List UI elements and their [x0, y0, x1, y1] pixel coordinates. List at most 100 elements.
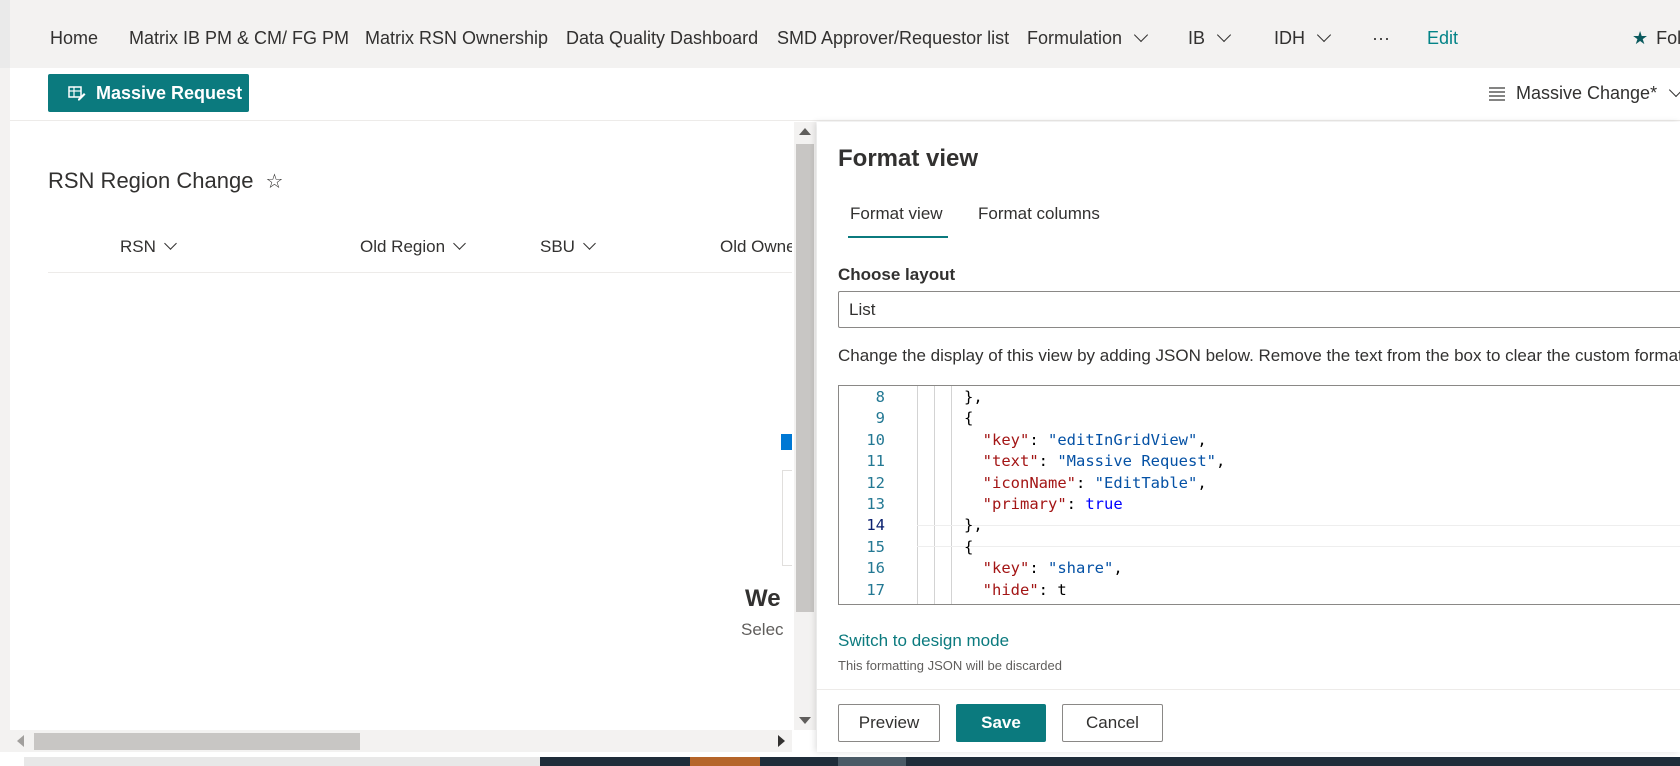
code-line: 13 "primary": true — [839, 495, 1680, 517]
chevron-down-icon — [1216, 27, 1232, 43]
scroll-up-arrow-icon[interactable] — [799, 128, 811, 135]
tab-format-columns[interactable]: Format columns — [978, 204, 1100, 224]
code-token: "primary" — [982, 495, 1067, 513]
switch-to-design-mode-link[interactable]: Switch to design mode — [838, 631, 1009, 651]
massive-request-button[interactable]: Massive Request — [48, 74, 249, 112]
nav-edit-link[interactable]: Edit — [1427, 28, 1458, 49]
code-text: { — [964, 409, 973, 427]
code-token: { — [964, 537, 974, 556]
column-header-old-owner[interactable]: Old Owne — [720, 237, 792, 257]
scroll-down-arrow-icon[interactable] — [799, 717, 811, 724]
nav-item-matrix-ib-pm[interactable]: Matrix IB PM & CM/ FG PM — [129, 28, 349, 49]
code-token: }, — [964, 388, 983, 406]
left-edge — [0, 0, 10, 68]
scrollbar-thumb[interactable] — [34, 733, 360, 750]
layout-dropdown[interactable]: List — [838, 291, 1680, 328]
code-token: "Massive Request" — [1057, 452, 1216, 471]
code-token: true — [1085, 495, 1123, 513]
code-line: 9{ — [839, 409, 1680, 431]
code-token: "key" — [982, 430, 1030, 449]
nav-item-idh[interactable]: IDH — [1274, 27, 1332, 49]
code-token: , — [1197, 473, 1207, 492]
column-header-label: RSN — [120, 237, 156, 256]
line-number: 10 — [866, 430, 885, 449]
code-token: }, — [964, 516, 983, 535]
code-token: : — [1076, 473, 1095, 492]
code-text: "text": "Massive Request", — [964, 452, 1226, 471]
code-token: : — [1029, 559, 1049, 578]
edit-table-icon — [68, 86, 86, 101]
nav-item-matrix-rsn-ownership[interactable]: Matrix RSN Ownership — [365, 28, 548, 49]
code-token: : — [1066, 495, 1086, 513]
code-line: 15 { — [839, 538, 1680, 560]
taskbar-app[interactable] — [838, 757, 906, 766]
nav-item-label: Formulation — [1027, 28, 1123, 48]
line-number: 14 — [866, 516, 885, 535]
code-token: { — [964, 409, 974, 428]
code-text: "hide": t — [964, 581, 1067, 599]
nav-item-smd-approver[interactable]: SMD Approver/Requestor list — [777, 28, 1009, 49]
scrollbar-thumb[interactable] — [796, 144, 814, 612]
code-line: 8}, — [839, 388, 1680, 410]
column-header-label: Old Owne — [720, 237, 792, 256]
view-selector[interactable]: Massive Change* — [1488, 82, 1680, 104]
line-number: 9 — [875, 409, 885, 428]
code-token: , — [1215, 452, 1226, 471]
left-gutter — [0, 68, 10, 766]
scroll-left-arrow-icon[interactable] — [17, 735, 24, 747]
chevron-down-icon — [583, 237, 596, 250]
code-token: "text" — [982, 452, 1039, 471]
code-token: "key" — [982, 559, 1030, 578]
list-pane: RSN Region Change ☆ RSN Old Region SBU Ol… — [10, 122, 792, 730]
chevron-down-icon — [453, 237, 466, 250]
chevron-down-icon — [164, 237, 177, 250]
line-number: 16 — [866, 559, 885, 578]
json-code-editor[interactable]: 8}, 9{10 "key": "editInGridView", 11 "text… — [838, 385, 1680, 605]
view-name-label: Massive Change* — [1516, 83, 1658, 103]
choose-layout-label: Choose layout — [838, 265, 956, 284]
column-header-label: Old Region — [360, 237, 446, 256]
list-title: RSN Region Change ☆ — [48, 168, 283, 194]
code-line: 11 "text": "Massive Request", — [839, 452, 1680, 474]
code-token: "editInGridView" — [1048, 430, 1198, 449]
save-button[interactable]: Save — [956, 704, 1046, 742]
massive-request-label: Massive Request — [96, 82, 243, 103]
format-view-panel: Format view Format view Format columns C… — [817, 122, 1680, 752]
scroll-right-arrow-icon[interactable] — [778, 735, 785, 747]
nav-item-data-quality-dashboard[interactable]: Data Quality Dashboard — [566, 28, 758, 49]
nav-more-button[interactable]: ··· — [1372, 28, 1390, 49]
vertical-scrollbar[interactable] — [794, 122, 816, 730]
code-token: , — [1197, 430, 1207, 449]
nav-item-home[interactable]: Home — [50, 28, 98, 49]
code-line: 17 "hide": t — [839, 581, 1680, 603]
horizontal-scrollbar[interactable] — [10, 730, 792, 752]
line-number: 17 — [866, 580, 885, 599]
preview-button[interactable]: Preview — [838, 704, 940, 742]
code-line: 10 "key": "editInGridView", — [839, 431, 1680, 453]
tab-format-view[interactable]: Format view — [850, 204, 943, 224]
column-header-rsn[interactable]: RSN — [120, 237, 177, 257]
taskbar-app[interactable] — [690, 757, 760, 766]
star-filled-icon: ★ — [1632, 28, 1649, 48]
nav-item-ib[interactable]: IB — [1188, 27, 1232, 49]
code-token: "iconName" — [982, 473, 1076, 492]
discard-note: This formatting JSON will be discarded — [838, 658, 1062, 673]
code-token: , — [1113, 559, 1123, 578]
nav-item-formulation[interactable]: Formulation — [1027, 27, 1149, 49]
line-number: 12 — [866, 473, 885, 492]
code-text: "primary": true — [964, 495, 1123, 513]
line-number: 15 — [866, 537, 885, 556]
follow-button[interactable]: ★ Fol — [1632, 28, 1680, 49]
grid-icon — [781, 434, 792, 450]
line-number: 8 — [875, 388, 885, 406]
column-header-old-region[interactable]: Old Region — [360, 237, 466, 257]
cancel-button[interactable]: Cancel — [1062, 704, 1163, 742]
chevron-down-icon — [1669, 82, 1680, 97]
code-line: 16 "key": "share", — [839, 559, 1680, 581]
favorite-star-icon[interactable]: ☆ — [265, 171, 283, 193]
column-header-sbu[interactable]: SBU — [540, 237, 596, 257]
chevron-down-icon — [1133, 27, 1149, 43]
code-text: { — [964, 538, 973, 556]
header-divider — [48, 272, 792, 273]
code-text: "iconName": "EditTable", — [964, 474, 1207, 492]
